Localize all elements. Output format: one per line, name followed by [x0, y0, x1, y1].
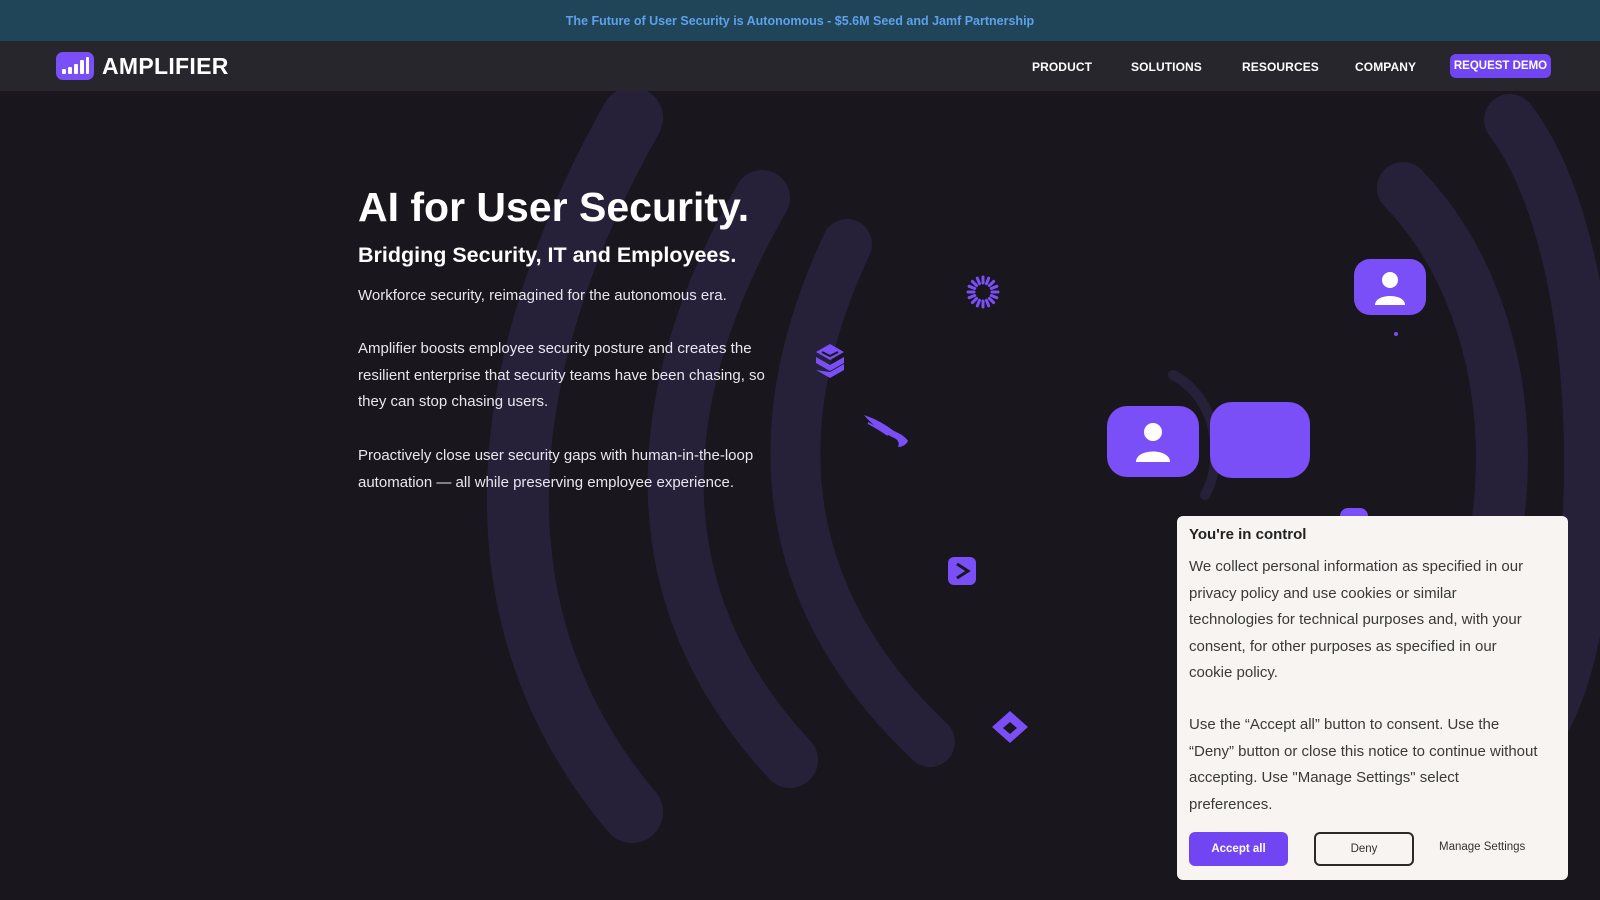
request-demo-button[interactable]: REQUEST DEMO — [1450, 54, 1551, 78]
nav-item-product[interactable]: PRODUCT — [1032, 60, 1092, 74]
nav-item-solutions[interactable]: SOLUTIONS — [1131, 60, 1202, 74]
hero-description: Amplifier boosts employee security postu… — [358, 340, 765, 410]
play-icon — [948, 557, 976, 585]
brand-logo[interactable]: AMPLIFIER — [56, 52, 229, 80]
cookie-body: We collect personal information as speci… — [1189, 558, 1524, 681]
brand-name: AMPLIFIER — [102, 52, 229, 79]
signal-bars-icon — [56, 52, 94, 80]
user-icon — [1136, 423, 1170, 462]
user-icon — [1375, 272, 1405, 305]
hero-description-secondary: Proactively close user security gaps wit… — [358, 447, 754, 491]
hero-title: AI for User Security. — [358, 184, 750, 230]
announcement-link[interactable]: The Future of User Security is Autonomou… — [566, 14, 1034, 28]
nav-item-resources[interactable]: RESOURCES — [1242, 60, 1319, 74]
cookie-consent-dialog: You're in control We collect personal in… — [1177, 516, 1568, 880]
manage-settings-button[interactable]: Manage Settings — [1439, 841, 1525, 853]
nav-item-company[interactable]: COMPANY — [1355, 60, 1416, 74]
falcon-icon — [864, 415, 908, 447]
diamond-icon — [992, 711, 1028, 743]
loader-icon — [966, 275, 1000, 309]
user-avatar-tile — [1354, 259, 1426, 315]
hero-tagline: Workforce security, reimagined for the a… — [358, 287, 727, 304]
cookie-instructions: Use the “Accept all” button to consent. … — [1189, 716, 1538, 813]
shield-s-icon — [816, 344, 844, 378]
top-nav: AMPLIFIER PRODUCT SOLUTIONS RESOURCES CO… — [0, 41, 1600, 91]
hero-subtitle: Bridging Security, IT and Employees. — [358, 243, 737, 267]
status-dot — [1394, 332, 1398, 336]
user-avatar-tile-large — [1107, 406, 1199, 477]
cookie-title: You're in control — [1189, 526, 1307, 543]
deny-button[interactable]: Deny — [1314, 832, 1414, 866]
accept-all-button[interactable]: Accept all — [1189, 832, 1288, 866]
announcement-bar: The Future of User Security is Autonomou… — [0, 0, 1600, 41]
blank-tile — [1210, 402, 1310, 478]
